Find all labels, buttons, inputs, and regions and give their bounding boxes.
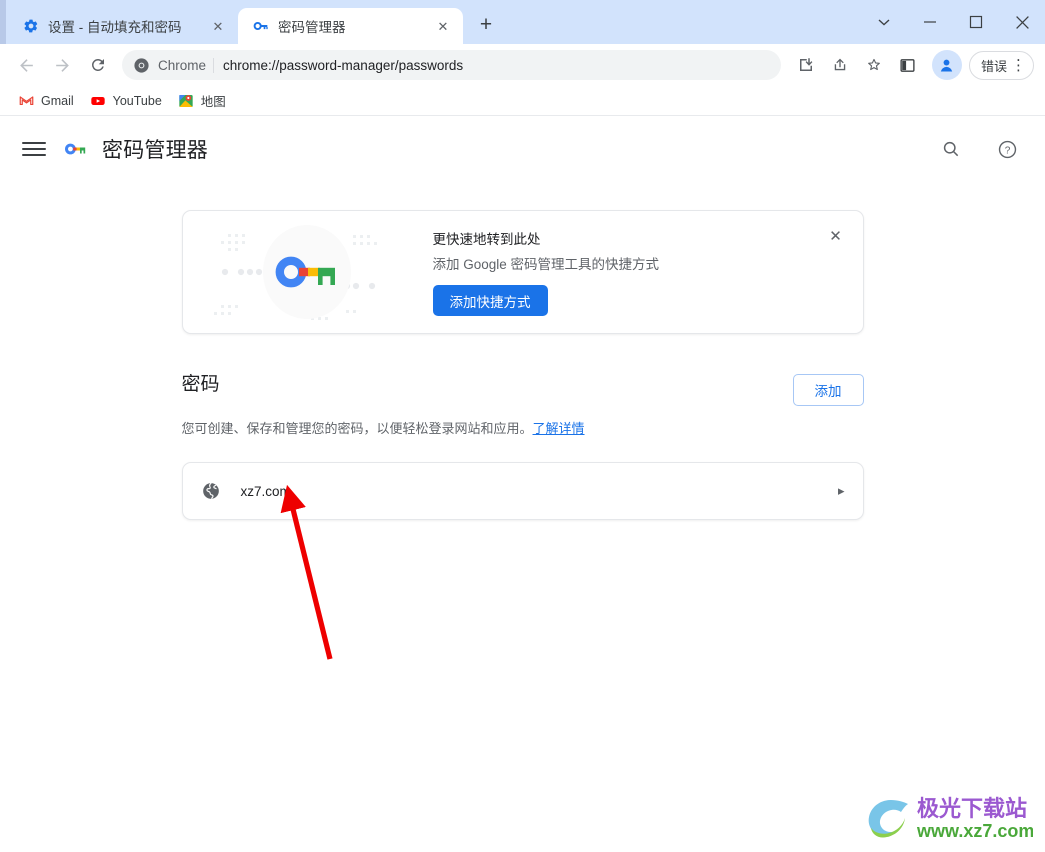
bookmark-gmail[interactable]: Gmail	[10, 89, 82, 113]
help-circle-icon[interactable]: ?	[989, 131, 1025, 167]
share-icon[interactable]	[825, 50, 855, 80]
passwords-section-title: 密码	[181, 374, 220, 395]
watermark-title: 极光下载站	[917, 796, 1027, 821]
list-item[interactable]: xz7.com ▸	[183, 463, 863, 519]
maximize-button[interactable]	[953, 0, 999, 44]
page-title: 密码管理器	[102, 139, 208, 162]
learn-more-link[interactable]: 了解详情	[533, 421, 585, 436]
tab-close-button[interactable]: ✕	[433, 16, 453, 36]
side-panel-icon[interactable]	[893, 50, 923, 80]
tab-title: 密码管理器	[278, 20, 346, 35]
error-chip-label: 错误	[980, 58, 1007, 74]
omnibox-scheme-label: Chrome	[158, 57, 207, 73]
password-list: xz7.com ▸	[181, 462, 864, 521]
tabstrip-left-edge	[0, 0, 6, 44]
reload-button[interactable]	[83, 50, 113, 80]
new-tab-button[interactable]: +	[471, 10, 501, 40]
settings-gear-icon	[22, 18, 39, 35]
hamburger-menu-icon[interactable]	[22, 137, 46, 161]
minimize-button[interactable]	[907, 0, 953, 44]
tab-search-button[interactable]	[861, 0, 907, 44]
downloads-icon[interactable]	[791, 50, 821, 80]
search-icon[interactable]	[933, 131, 969, 167]
tab-password-manager[interactable]: 密码管理器 ✕	[238, 8, 463, 44]
close-button[interactable]	[999, 0, 1045, 44]
passwords-section-header: 密码 添加	[182, 374, 864, 406]
promo-subtext: 添加 Google 密码管理工具的快捷方式	[432, 257, 660, 272]
chrome-menu-icon[interactable]: ⋮	[1011, 58, 1026, 73]
key-icon	[252, 18, 269, 35]
site-watermark: 极光下载站 www.xz7.com	[855, 792, 1034, 844]
tab-close-button[interactable]: ✕	[208, 16, 228, 36]
omnibox-divider	[213, 57, 215, 73]
shortcut-promo-card: 更快速地转到此处 添加 Google 密码管理工具的快捷方式 添加快捷方式 ✕	[181, 210, 864, 334]
window-controls	[861, 0, 1045, 44]
add-shortcut-button[interactable]: 添加快捷方式	[432, 285, 548, 316]
profile-avatar-icon[interactable]	[931, 50, 962, 80]
google-password-key-icon	[63, 137, 87, 161]
watermark-url: www.xz7.com	[916, 821, 1033, 841]
omnibox-url-text: chrome://password-manager/passwords	[223, 57, 464, 73]
forward-button[interactable]	[47, 50, 77, 80]
content-column: 更快速地转到此处 添加 Google 密码管理工具的快捷方式 添加快捷方式 ✕ …	[181, 210, 864, 521]
page-content: 更快速地转到此处 添加 Google 密码管理工具的快捷方式 添加快捷方式 ✕ …	[0, 210, 1045, 521]
password-site-name: xz7.com	[240, 483, 291, 499]
password-manager-header: 密码管理器 ?	[0, 117, 1045, 181]
description-text: 您可创建、保存和管理您的密码，以便轻松登录网站和应用。	[181, 421, 533, 436]
bookmark-label: Gmail	[41, 93, 74, 108]
chrome-logo-icon	[133, 57, 150, 74]
tab-strip: 设置 - 自动填充和密码 ✕ 密码管理器 ✕ +	[0, 0, 1045, 44]
address-bar[interactable]: Chrome chrome://password-manager/passwor…	[122, 50, 781, 80]
promo-illustration	[183, 211, 433, 333]
globe-icon	[201, 481, 221, 501]
bookmark-label: 地图	[200, 95, 226, 109]
promo-close-icon[interactable]: ✕	[823, 223, 849, 249]
bookmark-maps[interactable]: 地图	[170, 89, 234, 113]
add-password-button[interactable]: 添加	[792, 374, 864, 406]
promo-text-block: 更快速地转到此处 添加 Google 密码管理工具的快捷方式 添加快捷方式	[432, 228, 863, 316]
password-manager-page: 密码管理器 ? 更快速地转到此处 添加 Google 密码管理工具的快捷方式 添…	[0, 117, 1045, 852]
youtube-icon	[90, 93, 106, 109]
svg-text:?: ?	[1004, 145, 1010, 156]
bookmarks-bar: Gmail YouTube 地图	[0, 86, 1045, 116]
tab-title: 设置 - 自动填充和密码	[48, 20, 182, 35]
maps-icon	[178, 93, 194, 109]
bookmark-youtube[interactable]: YouTube	[82, 89, 170, 113]
chevron-right-icon[interactable]: ▸	[838, 483, 845, 499]
gmail-icon	[18, 93, 34, 109]
bookmark-star-icon[interactable]	[859, 50, 889, 80]
back-button[interactable]	[11, 50, 41, 80]
error-status-chip[interactable]: 错误 ⋮	[968, 50, 1034, 80]
bookmark-label: YouTube	[112, 93, 162, 108]
tab-settings[interactable]: 设置 - 自动填充和密码 ✕	[8, 8, 238, 44]
browser-toolbar: Chrome chrome://password-manager/passwor…	[0, 44, 1045, 86]
passwords-section-description: 您可创建、保存和管理您的密码，以便轻松登录网站和应用。了解详情	[182, 420, 864, 438]
promo-heading: 更快速地转到此处	[432, 232, 541, 247]
browser-window: 设置 - 自动填充和密码 ✕ 密码管理器 ✕ + Chrome chrome:/…	[0, 0, 1045, 852]
